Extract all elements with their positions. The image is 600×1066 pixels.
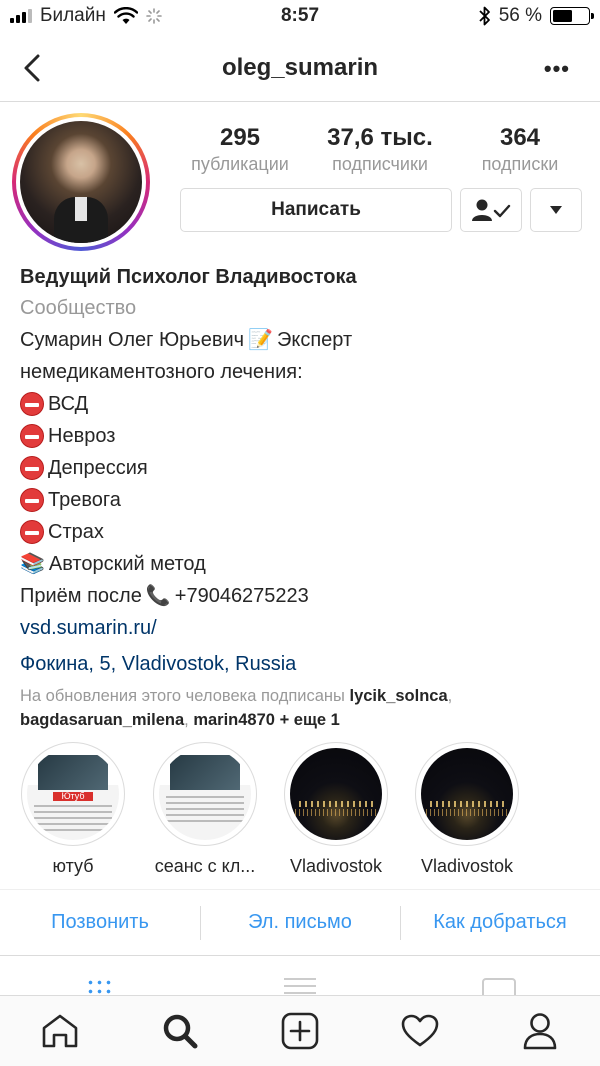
tab-activity[interactable]	[390, 1001, 450, 1061]
stat-followers-label: подписчики	[332, 154, 428, 174]
profile-view-tabs	[0, 955, 600, 995]
followed-by-more[interactable]: + еще 1	[280, 711, 340, 729]
bio-website-link[interactable]: vsd.sumarin.ru/	[20, 612, 590, 644]
tab-search[interactable]	[150, 1001, 210, 1061]
highlight-label: Vladivostok	[289, 856, 383, 876]
bio-list-item-text: Тревога	[48, 489, 121, 511]
followed-by-user[interactable]: bagdasaruan_milena	[20, 711, 184, 729]
phone-emoji-icon: 📞	[145, 585, 171, 607]
message-button[interactable]: Написать	[180, 188, 452, 232]
tagged-photos-icon[interactable]	[482, 978, 516, 995]
profile-display-name: Ведущий Психолог Владивостока	[20, 266, 357, 288]
bio-line: 📚 Авторский метод	[20, 548, 590, 580]
bio-list-item: Тревога	[20, 484, 590, 516]
bio-list-item: Страх	[20, 516, 590, 548]
no-entry-emoji-icon	[20, 424, 44, 448]
search-icon	[163, 1014, 198, 1049]
bio-list-item-text: ВСД	[48, 393, 89, 415]
highlight-cover	[290, 748, 382, 840]
books-emoji-icon: 📚	[20, 553, 45, 575]
highlight-label: сеанс с кл...	[154, 856, 256, 876]
bio-list-item-text: Невроз	[48, 425, 116, 447]
profile-icon	[523, 1013, 557, 1050]
profile-username-title: oleg_sumarin	[221, 54, 379, 81]
home-icon	[42, 1014, 78, 1048]
highlight-cover	[421, 748, 513, 840]
bio-text: Сумарин Олег Юрьевич	[20, 329, 245, 351]
more-dots-icon[interactable]: •••	[544, 56, 570, 82]
highlight-label: Vladivostok	[420, 856, 514, 876]
directions-button[interactable]: Как добраться	[400, 890, 600, 955]
followed-by-text[interactable]: На обновления этого человека подписаны l…	[20, 684, 590, 732]
tab-home[interactable]	[30, 1001, 90, 1061]
bluetooth-icon	[479, 6, 490, 26]
stat-posts-value: 295	[219, 124, 261, 151]
followed-by-user[interactable]: marin4870	[193, 711, 275, 729]
stat-following[interactable]: 364 подписки	[460, 124, 580, 175]
status-bar: Билайн 8:57 56 %	[0, 0, 600, 34]
person-check-icon	[472, 199, 511, 221]
following-button[interactable]	[460, 188, 522, 232]
bio-text: Авторский метод	[48, 553, 206, 575]
no-entry-emoji-icon	[20, 392, 44, 416]
bottom-tab-bar	[0, 995, 600, 1066]
bio-phone: +79046275223	[174, 585, 309, 607]
highlight-item[interactable]: Ютуб ютуб	[18, 742, 128, 877]
followed-by-user[interactable]: lycik_solnca	[350, 687, 448, 705]
stat-posts[interactable]: 295 публикации	[180, 124, 300, 175]
profile-stats: 295 публикации 37,6 тыс. подписчики 364 …	[180, 124, 580, 175]
avatar	[20, 121, 142, 243]
nav-bar: oleg_sumarin •••	[0, 34, 600, 102]
bio-list-item: ВСД	[20, 388, 590, 420]
stat-posts-label: публикации	[191, 154, 289, 174]
stat-following-label: подписки	[481, 154, 559, 174]
highlight-item[interactable]: Vladivostok	[281, 742, 391, 877]
highlight-label: ютуб	[52, 856, 94, 876]
bio-text: Приём после	[20, 585, 142, 607]
bio-list-item-text: Депрессия	[48, 457, 148, 479]
bio-address-link[interactable]: Фокина, 5, Vladivostok, Russia	[20, 648, 590, 680]
no-entry-emoji-icon	[20, 520, 44, 544]
add-post-icon	[281, 1012, 319, 1050]
battery-icon	[550, 7, 594, 25]
story-highlights: Ютуб ютуб сеанс с кл... Vladivostok Vlad…	[0, 742, 600, 882]
bio-line: немедикаментозного лечения:	[20, 361, 303, 383]
bio-list-item: Депрессия	[20, 452, 590, 484]
bio-list-item: Невроз	[20, 420, 590, 452]
followed-by-prefix: На обновления этого человека подписаны	[20, 687, 345, 705]
tab-profile[interactable]	[510, 1001, 570, 1061]
tab-new-post[interactable]	[270, 1001, 330, 1061]
no-entry-emoji-icon	[20, 488, 44, 512]
bio-line: Приём после 📞 +79046275223	[20, 580, 590, 612]
highlight-cover: Ютуб	[27, 748, 119, 840]
stat-followers-value: 37,6 тыс.	[327, 124, 433, 151]
no-entry-emoji-icon	[20, 456, 44, 480]
heart-icon	[401, 1014, 439, 1047]
grid-view-icon[interactable]	[86, 978, 114, 995]
avatar-story-ring[interactable]	[12, 113, 150, 251]
list-view-icon[interactable]	[284, 978, 316, 995]
triangle-down-icon	[550, 206, 562, 214]
memo-emoji-icon: 📝	[248, 329, 273, 351]
bio-line: Сумарин Олег Юрьевич 📝 Эксперт	[20, 324, 590, 356]
bio-text: Эксперт	[276, 329, 353, 351]
stat-followers[interactable]: 37,6 тыс. подписчики	[320, 124, 440, 175]
highlight-item[interactable]: Vladivostok	[412, 742, 522, 877]
profile-category: Сообщество	[20, 297, 137, 319]
profile-bio: Ведущий Психолог Владивостока Сообщество…	[20, 262, 590, 732]
highlight-cover-tag: Ютуб	[52, 792, 94, 802]
stat-following-value: 364	[499, 124, 541, 151]
highlight-cover	[159, 748, 251, 840]
contact-actions: Позвонить Эл. письмо Как добраться	[0, 889, 600, 955]
call-button[interactable]: Позвонить	[0, 890, 200, 955]
email-button[interactable]: Эл. письмо	[200, 890, 400, 955]
highlight-item[interactable]: сеанс с кл...	[150, 742, 260, 877]
battery-percent: 56 %	[498, 5, 542, 26]
bio-list-item-text: Страх	[48, 521, 104, 543]
suggestions-dropdown-button[interactable]	[530, 188, 582, 232]
